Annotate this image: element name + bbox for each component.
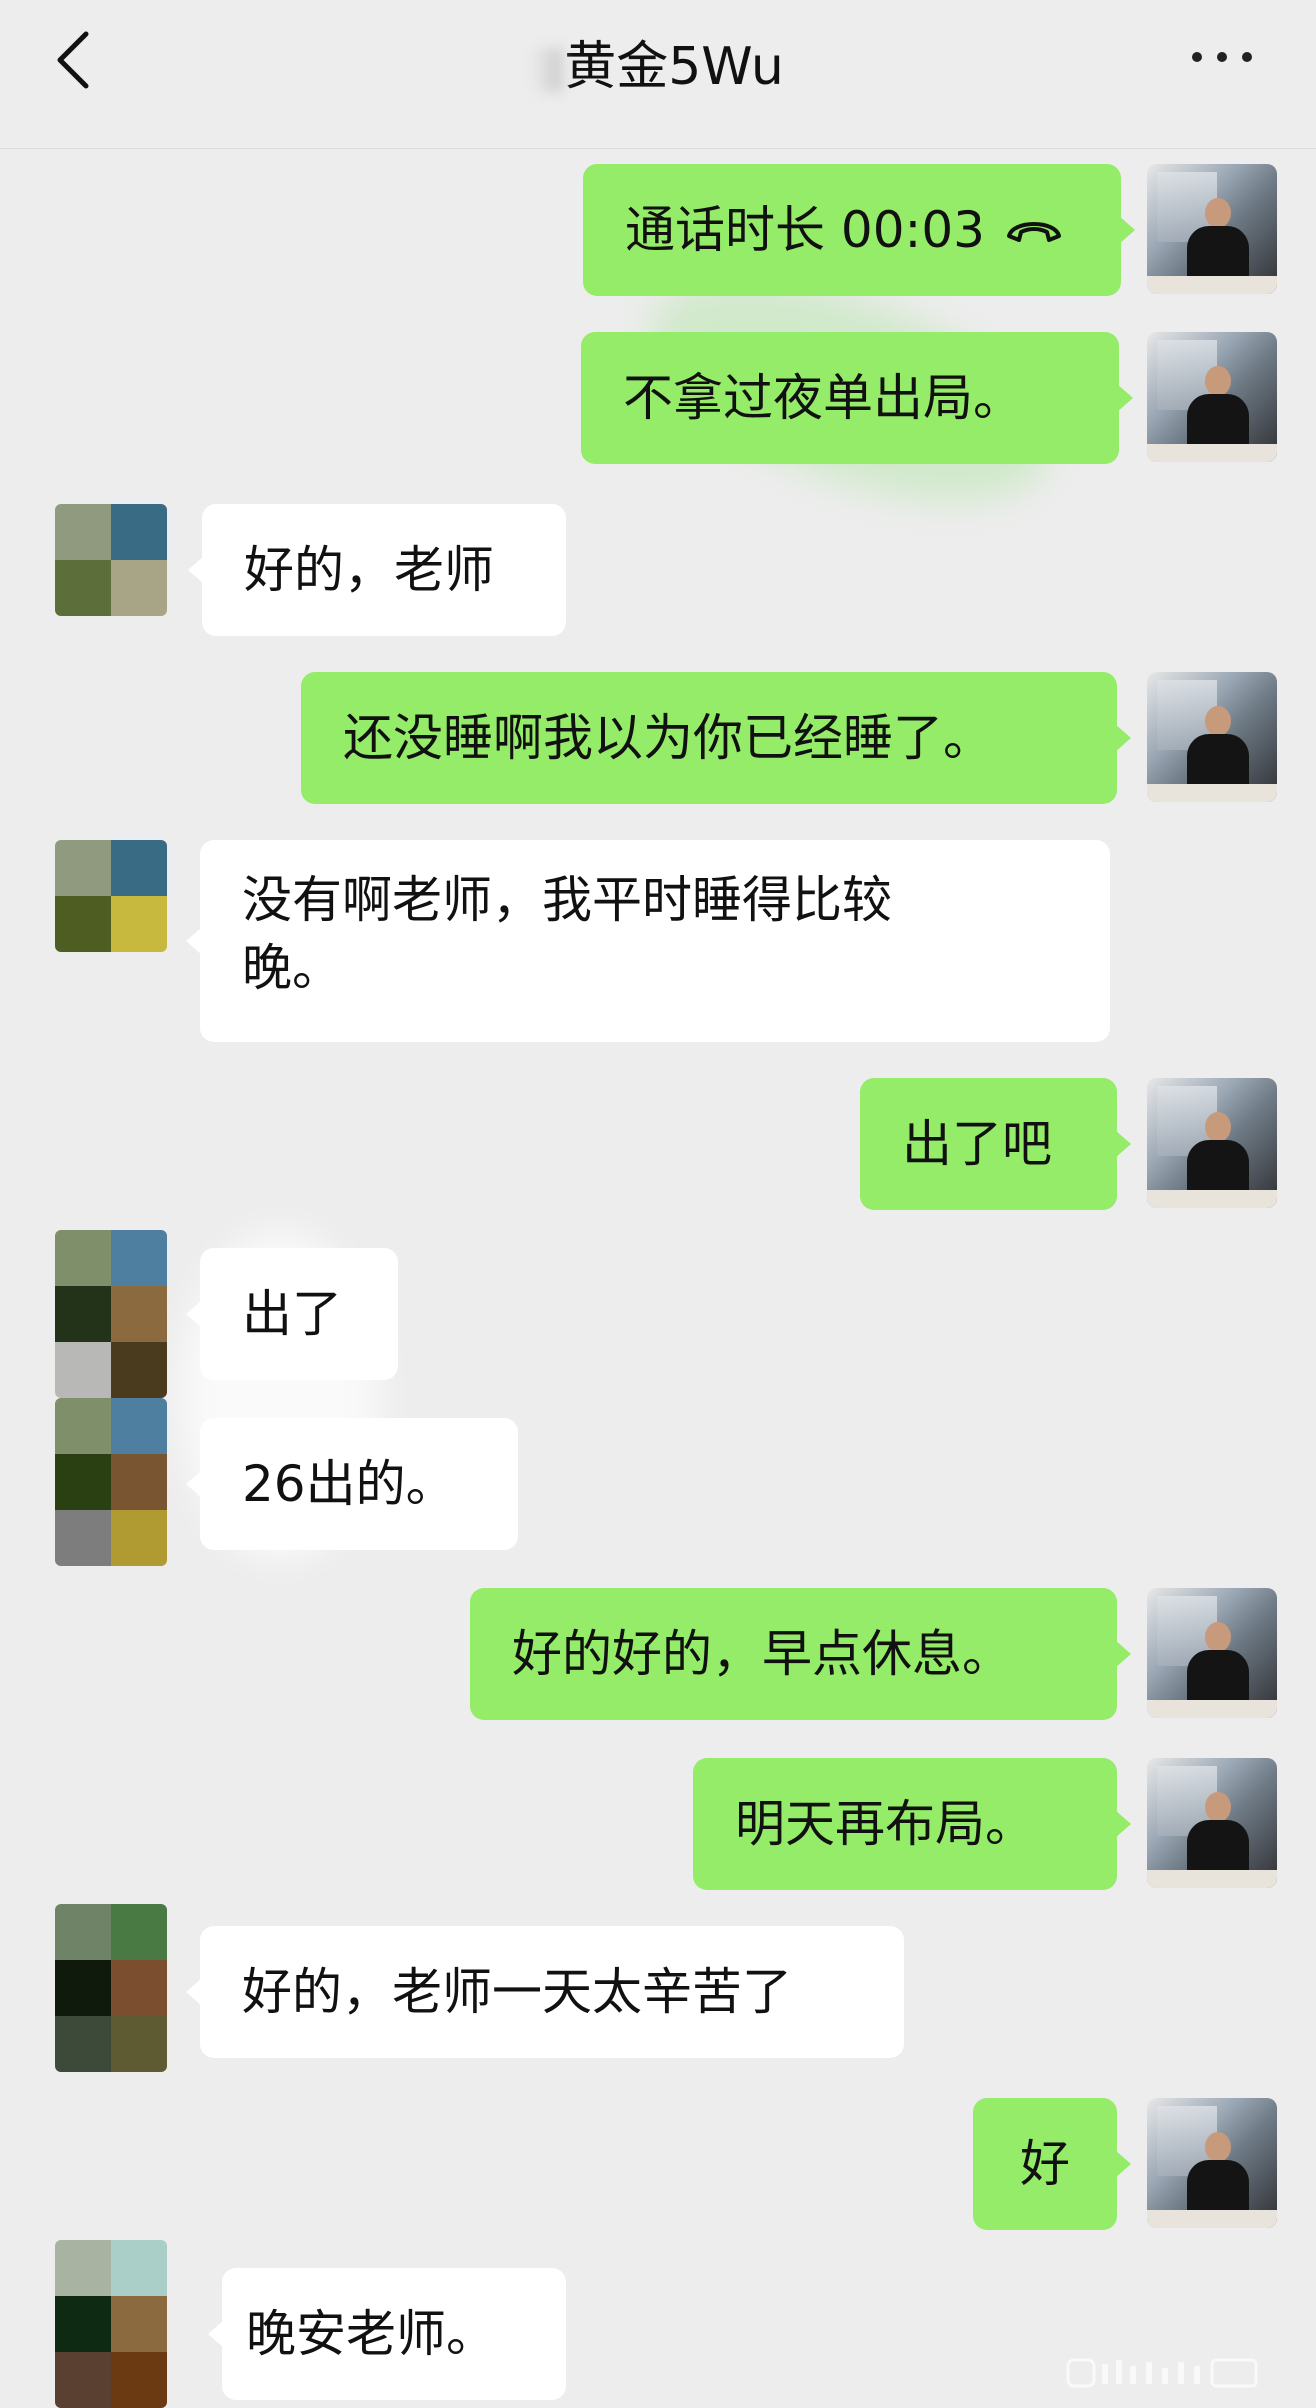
contact-avatar-pixelated[interactable] — [55, 1398, 167, 1566]
more-options-icon[interactable] — [1192, 44, 1256, 68]
message-text: 好 — [1020, 2135, 1070, 2193]
chat-title-text: 黄金5Wu — [564, 37, 784, 97]
message-bubble-sent[interactable]: 好的好的，早点休息。 — [470, 1588, 1131, 1720]
message-bubble-received[interactable]: 晚安老师。 — [208, 2268, 566, 2400]
message-text: 出了 — [242, 1285, 342, 1343]
message-bubble-sent[interactable]: 通话时长 00:03 — [583, 164, 1135, 296]
message-text: 没有啊老师，我平时睡得比较晚。 — [242, 871, 892, 997]
message-text: 好的，老师一天太辛苦了 — [242, 1963, 792, 2021]
my-avatar[interactable] — [1147, 1758, 1277, 1888]
message-text: 好的好的，早点休息。 — [512, 1625, 1012, 1683]
message-text: 出了吧 — [902, 1115, 1052, 1173]
my-avatar[interactable] — [1147, 164, 1277, 294]
chat-header: 黄金5Wu — [0, 0, 1316, 149]
contact-avatar-pixelated[interactable] — [55, 840, 167, 952]
my-avatar[interactable] — [1147, 672, 1277, 802]
redacted-name-blur — [532, 48, 563, 92]
message-bubble-received[interactable]: 出了 — [186, 1248, 398, 1380]
my-avatar[interactable] — [1147, 2098, 1277, 2228]
message-bubble-received[interactable]: 好的，老师 — [188, 504, 566, 636]
watermark-logo — [1066, 2358, 1258, 2388]
message-text: 26出的。 — [242, 1455, 456, 1513]
contact-avatar-pixelated[interactable] — [55, 1230, 167, 1398]
message-text: 通话时长 00:03 — [625, 201, 985, 259]
contact-avatar-pixelated[interactable] — [55, 504, 167, 616]
message-bubble-sent[interactable]: 不拿过夜单出局。 — [581, 332, 1133, 464]
message-text: 好的，老师 — [244, 541, 494, 599]
message-text: 不拿过夜单出局。 — [623, 369, 1023, 427]
message-bubble-received[interactable]: 26出的。 — [186, 1418, 518, 1550]
message-text: 晚安老师。 — [246, 2305, 496, 2363]
message-bubble-received[interactable]: 好的，老师一天太辛苦了 — [186, 1926, 904, 2058]
message-text: 还没睡啊我以为你已经睡了。 — [343, 709, 993, 767]
my-avatar[interactable] — [1147, 1078, 1277, 1208]
message-text: 明天再布局。 — [735, 1795, 1035, 1853]
message-bubble-sent[interactable]: 好 — [973, 2098, 1131, 2230]
message-bubble-received[interactable]: 没有啊老师，我平时睡得比较晚。 — [186, 840, 1110, 1042]
message-bubble-sent[interactable]: 出了吧 — [860, 1078, 1131, 1210]
message-bubble-sent[interactable]: 明天再布局。 — [693, 1758, 1131, 1890]
chat-title: 黄金5Wu — [0, 24, 1316, 99]
contact-avatar-pixelated[interactable] — [55, 2240, 167, 2408]
contact-avatar-pixelated[interactable] — [55, 1904, 167, 2072]
phone-hangup-icon — [1007, 222, 1061, 242]
message-bubble-sent[interactable]: 还没睡啊我以为你已经睡了。 — [301, 672, 1131, 804]
my-avatar[interactable] — [1147, 332, 1277, 462]
my-avatar[interactable] — [1147, 1588, 1277, 1718]
